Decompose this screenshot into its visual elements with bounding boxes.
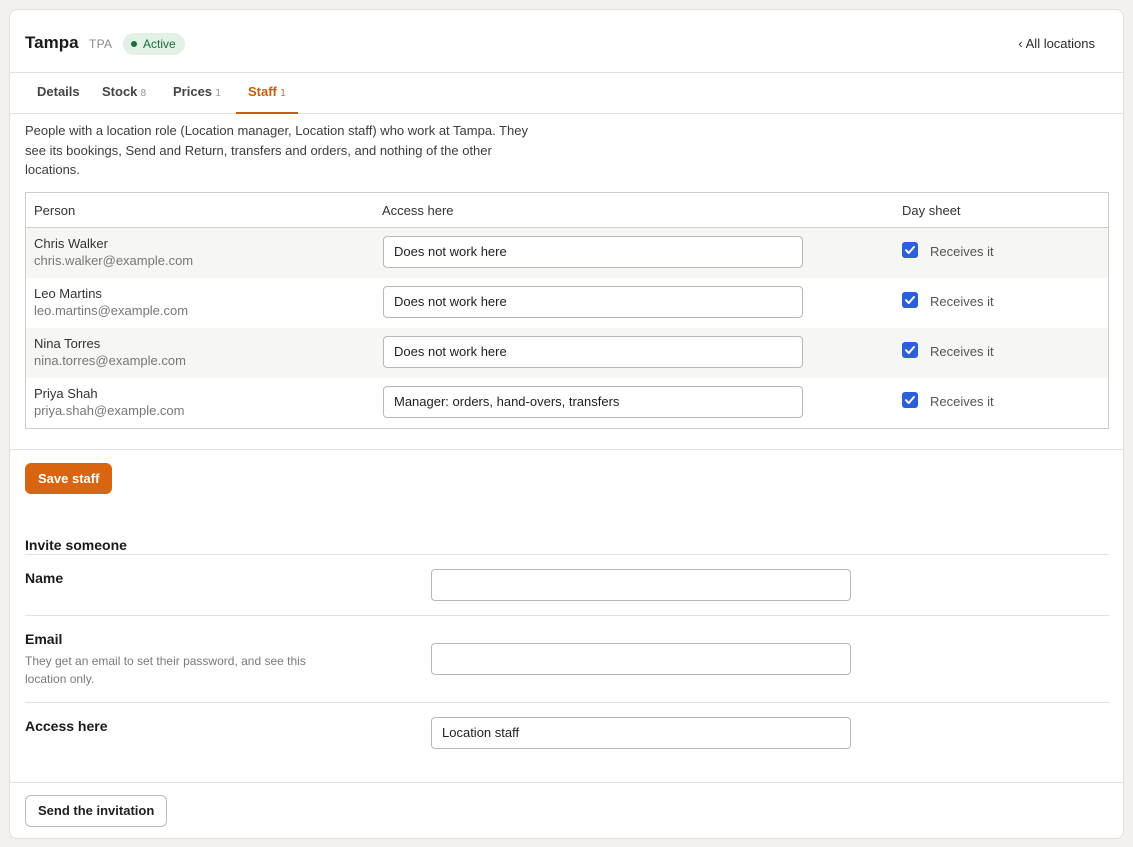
access-select[interactable]: Does not work here — [383, 286, 803, 318]
tab-prices[interactable]: Prices 1 — [161, 73, 233, 114]
table-header: Person Access here Day sheet — [26, 193, 1108, 228]
table-row: Priya Shah priya.shah@example.com Manage… — [26, 378, 1108, 428]
access-select[interactable]: Manager: orders, hand-overs, transfers — [383, 386, 803, 418]
divider — [25, 615, 1109, 616]
location-card: Tampa TPA Active ‹ All locations Details… — [9, 9, 1124, 839]
day-sheet-checkbox[interactable] — [902, 392, 918, 408]
tab-bar: Details Stock 8 Prices 1 Staff 1 — [10, 73, 1123, 114]
person-email: priya.shah@example.com — [34, 403, 185, 418]
day-sheet-label: Receives it — [930, 394, 994, 409]
email-hint: They get an email to set their password,… — [25, 654, 306, 686]
tab-count: 1 — [279, 88, 286, 99]
tab-label: Details — [37, 84, 80, 99]
column-header-access: Access here — [382, 203, 454, 218]
day-sheet-checkbox[interactable] — [902, 342, 918, 358]
staff-description: People with a location role (Location ma… — [25, 123, 528, 177]
person-name: Chris Walker — [34, 236, 108, 251]
tab-label: Stock — [102, 84, 138, 99]
person-email: leo.martins@example.com — [34, 303, 189, 318]
day-sheet-checkbox[interactable] — [902, 292, 918, 308]
access-select[interactable]: Does not work here — [383, 336, 803, 368]
invite-heading: Invite someone — [25, 537, 127, 553]
save-staff-button[interactable]: Save staff — [25, 463, 113, 494]
location-header: Tampa TPA Active ‹ All locations — [10, 10, 1123, 73]
day-sheet-checkbox[interactable] — [902, 242, 918, 258]
check-icon — [905, 246, 915, 254]
tab-stock[interactable]: Stock 8 — [90, 73, 158, 114]
status-dot-icon — [131, 41, 137, 47]
all-locations-link[interactable]: ‹ All locations — [1018, 36, 1095, 51]
person-name: Leo Martins — [34, 286, 102, 301]
page-title: Tampa — [25, 33, 79, 52]
status-badge: Active — [123, 33, 185, 55]
section-divider — [10, 449, 1123, 450]
tab-staff[interactable]: Staff 1 — [236, 73, 298, 114]
check-icon — [905, 296, 915, 304]
divider — [25, 554, 1109, 555]
divider — [25, 702, 1109, 703]
access-select[interactable]: Does not work here — [383, 236, 803, 268]
column-header-day-sheet: Day sheet — [902, 203, 961, 218]
table-row: Chris Walker chris.walker@example.com Do… — [26, 228, 1108, 278]
tab-details[interactable]: Details — [25, 73, 92, 114]
name-input[interactable] — [431, 569, 851, 601]
send-invitation-button[interactable]: Send the invitation — [25, 795, 168, 827]
tab-label: Staff — [248, 84, 277, 99]
invite-access-label: Access here — [25, 718, 108, 734]
check-icon — [905, 396, 915, 404]
table-row: Leo Martins leo.martins@example.com Does… — [26, 278, 1108, 328]
day-sheet-label: Receives it — [930, 344, 994, 359]
person-email: chris.walker@example.com — [34, 253, 194, 268]
name-label: Name — [25, 570, 64, 586]
day-sheet-label: Receives it — [930, 294, 994, 309]
status-badge-label: Active — [143, 37, 176, 51]
email-input[interactable] — [431, 643, 851, 675]
tab-count: 8 — [140, 88, 147, 99]
table-row: Nina Torres nina.torres@example.com Does… — [26, 328, 1108, 378]
person-name: Nina Torres — [34, 336, 101, 351]
location-code: TPA — [89, 37, 113, 51]
column-header-person: Person — [34, 203, 76, 218]
day-sheet-label: Receives it — [930, 244, 994, 259]
email-label: Email — [25, 631, 63, 647]
invite-access-select[interactable]: Location staff — [431, 717, 851, 749]
person-name: Priya Shah — [34, 386, 98, 401]
check-icon — [905, 346, 915, 354]
tab-count: 1 — [215, 88, 222, 99]
staff-table: Person Access here Day sheet Chris Walke… — [25, 192, 1109, 429]
tab-label: Prices — [173, 84, 213, 99]
footer: Send the invitation — [10, 782, 1123, 838]
person-email: nina.torres@example.com — [34, 353, 186, 368]
